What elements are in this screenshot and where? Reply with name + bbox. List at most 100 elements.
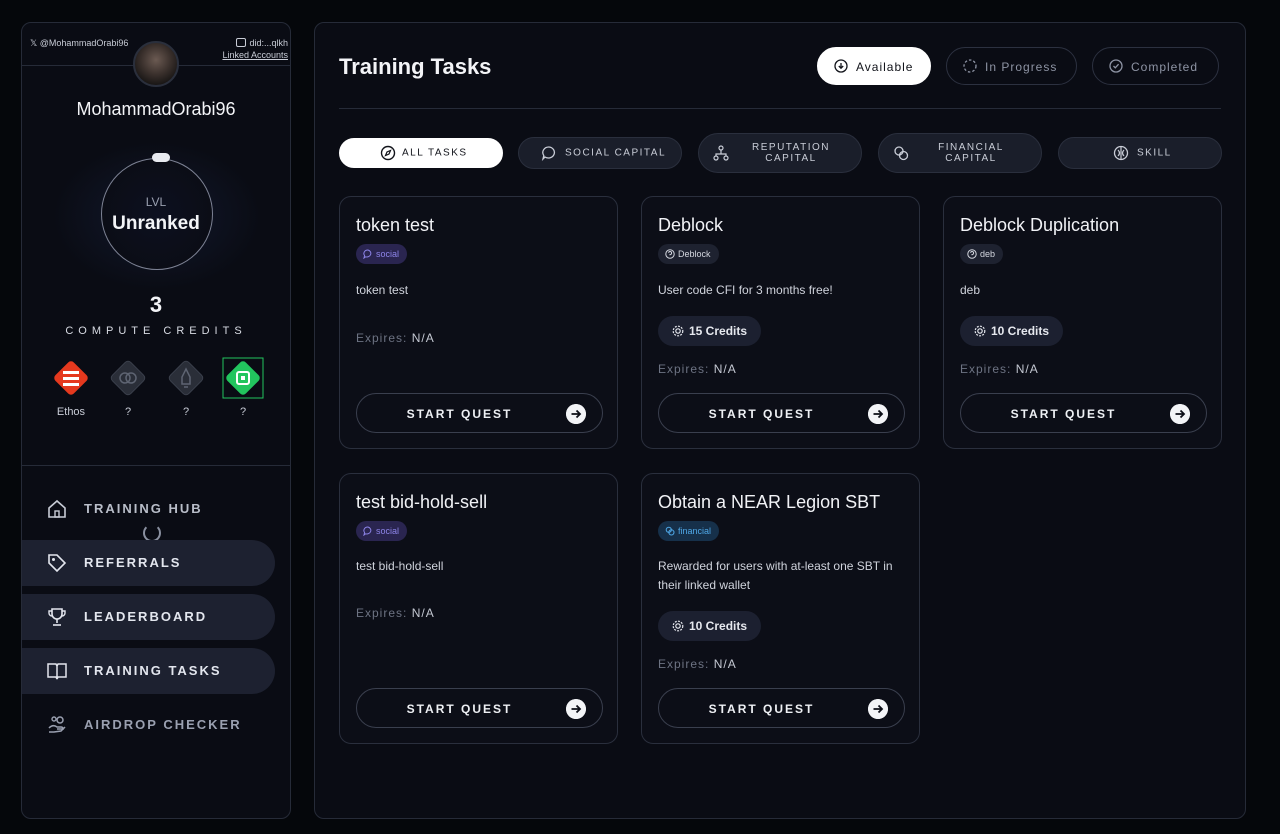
avatar[interactable]: [133, 41, 179, 87]
expires-value: N/A: [1015, 362, 1039, 376]
credits-count: 3: [149, 292, 163, 317]
check-circle-icon: [1109, 59, 1123, 73]
dashed-circle-icon: [963, 59, 977, 73]
task-card-test-bid-hold-sell: test bid-hold-sell social test bid-hold-…: [339, 473, 618, 744]
tab-label: Available: [856, 60, 914, 74]
sidebar-item-label: TRAINING HUB: [84, 501, 203, 516]
sidebar-item-training-tasks[interactable]: TRAINING TASKS: [22, 648, 275, 694]
sidebar-item-leaderboard[interactable]: LEADERBOARD: [22, 594, 275, 640]
card-title: test bid-hold-sell: [356, 492, 488, 512]
expires-label: Expires:: [356, 606, 408, 620]
level-label: LVL: [145, 195, 167, 209]
expires-row: Expires: N/A: [356, 606, 435, 620]
header-divider: [339, 108, 1221, 109]
credits-pill: 10 Credits: [658, 611, 762, 641]
gear-icon: [672, 325, 684, 337]
tag-label: social: [376, 526, 400, 536]
badge-locked-1[interactable]: [107, 357, 149, 399]
badge-locked-2[interactable]: [165, 357, 207, 399]
chip-icon: [222, 357, 264, 399]
tab-label: In Progress: [985, 60, 1058, 74]
badge-ethos[interactable]: [50, 357, 92, 399]
badge-label: ?: [182, 406, 190, 418]
network-icon: [713, 145, 729, 161]
start-quest-button[interactable]: START QUEST: [356, 688, 603, 728]
tag-financial: financial: [658, 521, 720, 541]
gear-icon: [974, 325, 986, 337]
tab-completed[interactable]: Completed: [1092, 47, 1219, 85]
filter-label: REPUTATION CAPITAL: [752, 142, 830, 164]
arrow-right-icon: [868, 404, 888, 424]
badge-label: Ethos: [56, 406, 86, 418]
sidebar-item-referrals[interactable]: REFERRALS: [22, 540, 275, 586]
filter-label: SKILL: [1137, 147, 1172, 159]
expires-value: N/A: [411, 331, 435, 345]
skill-icon: [1113, 145, 1129, 161]
filter-skill[interactable]: SKILL: [1058, 137, 1222, 169]
expires-label: Expires:: [658, 657, 710, 671]
tab-in-progress[interactable]: In Progress: [946, 47, 1077, 85]
task-card-near-legion-sbt: Obtain a NEAR Legion SBT financial Rewar…: [641, 473, 920, 744]
tag-deblock: Deblock: [658, 244, 719, 264]
filter-financial-capital[interactable]: FINANCIAL CAPITAL: [878, 133, 1042, 173]
sidebar-item-label: TRAINING TASKS: [84, 663, 222, 678]
filter-label: SOCIAL CAPITAL: [565, 147, 667, 159]
arrow-right-icon: [566, 404, 586, 424]
card-title: token test: [356, 215, 435, 235]
start-quest-label: START QUEST: [708, 702, 815, 716]
x-icon: 𝕏: [30, 38, 40, 48]
expires-row: Expires: N/A: [960, 362, 1039, 376]
did-info: did:...qlkh Linked Accounts: [222, 37, 288, 61]
tag-label: deb: [980, 249, 996, 259]
tab-available[interactable]: Available: [817, 47, 931, 85]
download-circle-icon: [834, 59, 848, 73]
expires-row: Expires: N/A: [356, 331, 435, 345]
badge-label: ?: [124, 406, 132, 418]
expires-value: N/A: [713, 362, 737, 376]
filter-social-capital[interactable]: SOCIAL CAPITAL: [518, 137, 682, 169]
chat-bubble-icon: [541, 146, 555, 161]
expires-label: Expires:: [356, 331, 408, 345]
expires-label: Expires:: [960, 362, 1012, 376]
chat-bubble-icon: [363, 249, 372, 259]
rocket-icon: [168, 360, 204, 396]
filter-all-tasks[interactable]: ALL TASKS: [339, 138, 503, 168]
book-icon: [47, 663, 67, 680]
sidebar-item-label: REFERRALS: [84, 555, 182, 570]
sidebar: 𝕏 @MohammadOrabi96 did:...qlkh Linked Ac…: [21, 22, 291, 819]
card-title: Deblock: [658, 215, 724, 235]
compass-icon: [380, 145, 396, 161]
card-description: Rewarded for users with at-least one SBT…: [658, 559, 893, 592]
card-description: token test: [356, 283, 409, 297]
card-description: deb: [960, 283, 981, 297]
brain-icon: [110, 360, 146, 396]
credits-pill: 15 Credits: [658, 316, 762, 346]
arrow-right-icon: [868, 699, 888, 719]
username: MohammadOrabi96: [76, 99, 236, 119]
sidebar-item-label: LEADERBOARD: [84, 609, 208, 624]
credits-value: 15 Credits: [689, 324, 748, 338]
filter-reputation-capital[interactable]: REPUTATION CAPITAL: [698, 133, 862, 173]
start-quest-label: START QUEST: [406, 702, 513, 716]
main-panel: Training Tasks Available In Progress Com…: [314, 22, 1246, 819]
expires-value: N/A: [713, 657, 737, 671]
card-description: User code CFI for 3 months free!: [658, 283, 833, 297]
sidebar-item-label: AIRDROP CHECKER: [84, 717, 242, 732]
expires-row: Expires: N/A: [658, 657, 737, 671]
start-quest-button[interactable]: START QUEST: [960, 393, 1207, 433]
card-description: test bid-hold-sell: [356, 559, 444, 573]
start-quest-button[interactable]: START QUEST: [356, 393, 603, 433]
linked-accounts-link[interactable]: Linked Accounts: [222, 49, 288, 61]
sidebar-item-airdrop-checker[interactable]: AIRDROP CHECKER: [22, 702, 275, 748]
coins-icon: [894, 146, 909, 161]
start-quest-button[interactable]: START QUEST: [658, 688, 905, 728]
start-quest-label: START QUEST: [708, 407, 815, 421]
badge-locked-3[interactable]: [222, 357, 264, 399]
x-handle[interactable]: 𝕏 @MohammadOrabi96: [30, 38, 128, 49]
credits-value: 10 Credits: [689, 619, 748, 633]
credits-pill: 10 Credits: [960, 316, 1064, 346]
start-quest-button[interactable]: START QUEST: [658, 393, 905, 433]
tab-label: Completed: [1131, 60, 1199, 74]
tag-social: social: [356, 244, 408, 264]
tag-deb: deb: [960, 244, 1004, 264]
